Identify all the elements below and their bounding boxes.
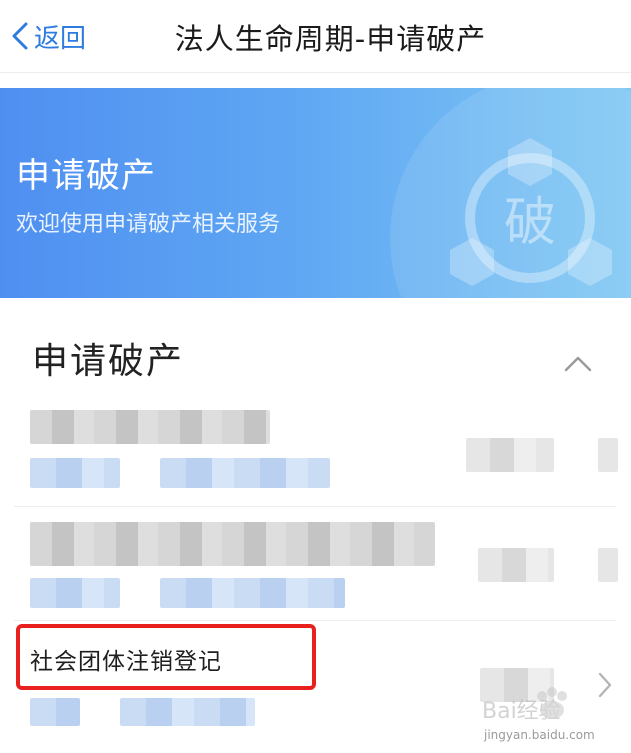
blurred-tag — [120, 698, 255, 726]
divider — [14, 506, 616, 507]
bankruptcy-emblem-icon: 破 — [390, 88, 631, 298]
watermark-url: jingyan.baidu.com — [484, 728, 595, 742]
divider — [14, 620, 616, 621]
blurred-text — [466, 438, 554, 472]
blurred-tag — [30, 698, 80, 726]
service-banner: 申请破产 欢迎使用申请破产相关服务 破 — [0, 88, 631, 298]
blurred-tag — [160, 578, 345, 608]
blurred-text — [30, 522, 435, 566]
blurred-tag — [30, 578, 120, 608]
watermark-logo-text: Bai经验 — [482, 699, 561, 724]
blurred-arrow — [598, 438, 618, 472]
blurred-tag — [30, 458, 120, 488]
section-title: 申请破产 — [32, 341, 185, 382]
page-title: 法人生命周期-申请破产 — [174, 22, 487, 56]
chevron-up-icon[interactable] — [562, 352, 594, 374]
blurred-tag — [160, 458, 330, 488]
item-title: 社会团体注销登记 — [30, 649, 222, 675]
nav-bar: 返回 法人生命周期-申请破产 — [0, 0, 631, 73]
emblem-char: 破 — [504, 193, 556, 253]
blurred-text — [30, 410, 270, 444]
banner-subtitle: 欢迎使用申请破产相关服务 — [16, 212, 281, 237]
blurred-text — [478, 548, 554, 582]
banner-title: 申请破产 — [16, 156, 156, 196]
blurred-arrow — [598, 548, 618, 582]
